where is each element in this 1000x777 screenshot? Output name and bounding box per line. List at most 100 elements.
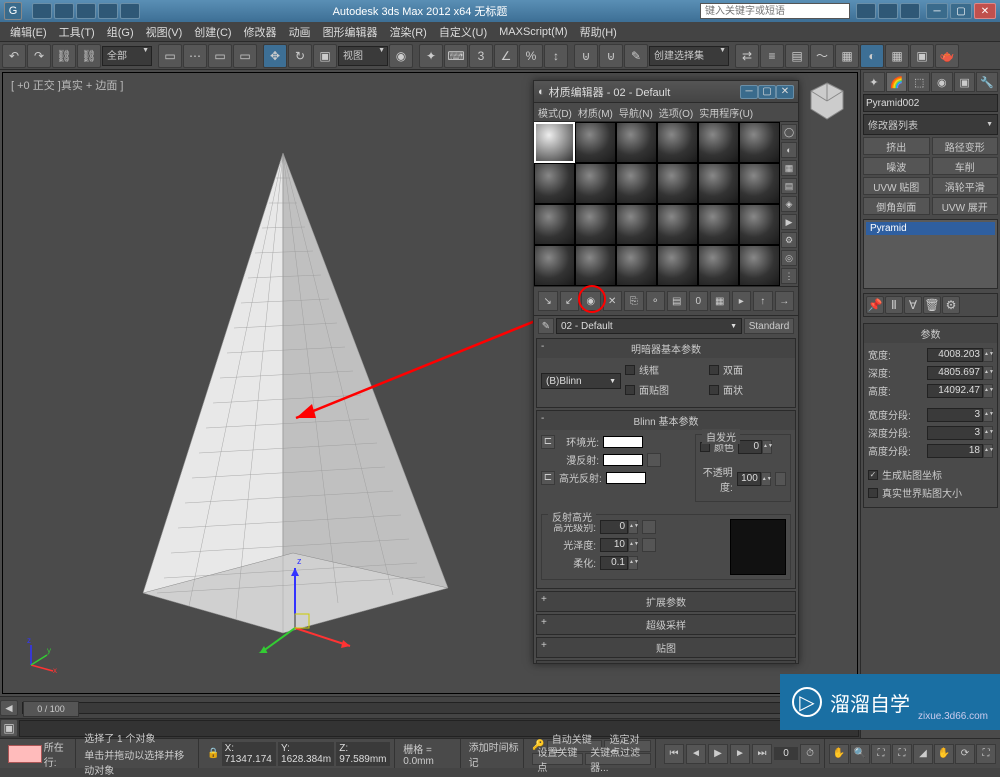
mod-btn-pathdeform[interactable]: 路径变形 [932, 137, 999, 155]
me-close-button[interactable]: ✕ [776, 85, 794, 99]
get-material-icon[interactable]: ↘ [538, 291, 558, 311]
search-icon[interactable] [856, 3, 876, 19]
wseg-field[interactable]: 3 [927, 408, 983, 422]
spinner-arrows-icon[interactable]: ▲▼ [762, 440, 772, 454]
utilities-tab-icon[interactable]: 🔧 [976, 72, 998, 92]
timeslider-prev-icon[interactable]: ◄ [0, 700, 18, 716]
time-slider[interactable]: ◄ 0 / 100 ► [0, 696, 860, 718]
viewcube[interactable] [803, 77, 851, 125]
material-slot[interactable] [534, 122, 575, 163]
material-slot[interactable] [739, 245, 780, 286]
diffuse-map-icon[interactable] [647, 453, 661, 467]
sample-type-icon[interactable]: ◯ [781, 124, 797, 140]
material-slot[interactable] [698, 163, 739, 204]
menu-tools[interactable]: 工具(T) [53, 22, 101, 42]
hseg-field[interactable]: 18 [927, 444, 983, 458]
material-slot[interactable] [616, 122, 657, 163]
material-slot[interactable] [698, 245, 739, 286]
maximize-button[interactable]: ▢ [950, 3, 972, 19]
render-frame-icon[interactable]: ▣ [910, 44, 934, 68]
magnet-icon[interactable]: ⊍ [574, 44, 598, 68]
qat-open-icon[interactable] [54, 3, 74, 19]
me-maximize-button[interactable]: ▢ [758, 85, 776, 99]
menu-customize[interactable]: 自定义(U) [433, 22, 493, 42]
help-search-input[interactable] [700, 3, 850, 19]
trackbar-toggle-icon[interactable]: ▣ [0, 719, 18, 737]
material-slot[interactable] [575, 245, 616, 286]
material-slot[interactable] [739, 204, 780, 245]
coord-z[interactable]: Z: 97.589mm [336, 742, 390, 766]
select-icon[interactable]: ▭ [158, 44, 182, 68]
play-icon[interactable]: ▶ [708, 744, 728, 764]
ambient-lock-icon[interactable]: ⊏ [541, 435, 555, 449]
options-icon[interactable]: ⚙ [781, 232, 797, 248]
prev-frame-icon[interactable]: ◄ [686, 744, 706, 764]
go-parent-icon[interactable]: ↑ [753, 291, 773, 311]
material-type-button[interactable]: Standard [744, 318, 794, 334]
me-menu-material[interactable]: 材质(M) [578, 105, 613, 120]
mod-btn-uvwunwrap[interactable]: UVW 展开 [932, 197, 999, 215]
modify-tab-icon[interactable]: 🌈 [886, 72, 908, 92]
background-icon[interactable]: ▦ [781, 160, 797, 176]
material-slot[interactable] [616, 163, 657, 204]
render-setup-icon[interactable]: ▦ [885, 44, 909, 68]
close-button[interactable]: ✕ [974, 3, 996, 19]
params-rollout-header[interactable]: 参数 [864, 324, 997, 343]
show-end-icon[interactable]: Ⅱ [885, 296, 903, 314]
material-slot[interactable] [534, 204, 575, 245]
help-icon[interactable] [878, 3, 898, 19]
pivot-icon[interactable]: ◉ [389, 44, 413, 68]
undo-icon[interactable]: ↶ [2, 44, 26, 68]
lock-icon[interactable]: 🔒 [207, 748, 219, 759]
reference-coord[interactable]: 视图 [338, 46, 388, 66]
pick-icon[interactable]: ✎ [538, 318, 554, 334]
material-name-field[interactable]: 02 - Default▼ [556, 318, 742, 334]
mod-btn-noise[interactable]: 噪波 [863, 157, 930, 175]
ext-rollout-header[interactable]: 扩展参数 [537, 592, 795, 611]
magnet2-icon[interactable]: ⊍ [599, 44, 623, 68]
opacity-map-icon[interactable] [775, 472, 786, 486]
me-menu-options[interactable]: 选项(O) [659, 105, 693, 120]
setkey-button[interactable]: 设置关键点 [532, 753, 583, 765]
gloss-map-icon[interactable] [642, 538, 656, 552]
modifier-stack[interactable]: Pyramid [863, 219, 998, 289]
rotate-icon[interactable]: ↻ [288, 44, 312, 68]
spinner-arrows-icon[interactable]: ▲▼ [628, 556, 638, 570]
width-field[interactable]: 4008.203 [927, 348, 983, 362]
manipulate-icon[interactable]: ✦ [419, 44, 443, 68]
put-library-icon[interactable]: ▤ [667, 291, 687, 311]
pan2-icon[interactable]: ✋ [934, 744, 954, 764]
spinner-arrows-icon[interactable]: ▲▼ [983, 408, 993, 422]
height-field[interactable]: 14092.47 [927, 384, 983, 398]
time-config-icon[interactable]: ⏱ [800, 744, 820, 764]
material-slot[interactable] [698, 204, 739, 245]
menu-maxscript[interactable]: MAXScript(M) [493, 24, 573, 40]
make-unique-icon[interactable]: ⚬ [646, 291, 666, 311]
assign-material-icon[interactable]: ◉ [581, 291, 601, 311]
menu-modifiers[interactable]: 修改器 [238, 22, 283, 42]
zoom-icon[interactable]: 🔍 [850, 744, 870, 764]
mod-btn-turbosmooth[interactable]: 涡轮平滑 [932, 177, 999, 195]
layers-icon[interactable]: ▤ [785, 44, 809, 68]
spinner-arrows-icon[interactable]: ▲▼ [628, 538, 638, 552]
favorites-icon[interactable] [900, 3, 920, 19]
pyramid-object[interactable]: z [83, 133, 503, 653]
menu-group[interactable]: 组(G) [101, 22, 140, 42]
pin-stack-icon[interactable]: 📌 [866, 296, 884, 314]
mirror-icon[interactable]: ⇄ [735, 44, 759, 68]
zoom-extents-icon[interactable]: ⛶ [871, 744, 891, 764]
shader-dropdown[interactable]: (B)Blinn▼ [541, 373, 621, 389]
material-slot[interactable] [616, 245, 657, 286]
menu-grapheditors[interactable]: 图形编辑器 [317, 22, 384, 42]
menu-render[interactable]: 渲染(R) [384, 22, 433, 42]
wire-checkbox[interactable] [625, 365, 635, 375]
menu-create[interactable]: 创建(C) [188, 22, 237, 42]
slots-3x2-icon[interactable]: ⋮ [781, 268, 797, 284]
unlink-icon[interactable]: ⛓ [77, 44, 101, 68]
viewport-label[interactable]: [ +0 正交 ]真实 + 边面 ] [11, 77, 123, 93]
mod-btn-extrude[interactable]: 挤出 [863, 137, 930, 155]
material-editor-window[interactable]: ◐材质编辑器 - 02 - Default ─ ▢ ✕ 模式(D) 材质(M) … [533, 80, 799, 664]
time-slider-bar[interactable]: 0 / 100 [22, 702, 838, 714]
object-name-field[interactable] [863, 94, 998, 112]
link-icon[interactable]: ⛓ [52, 44, 76, 68]
